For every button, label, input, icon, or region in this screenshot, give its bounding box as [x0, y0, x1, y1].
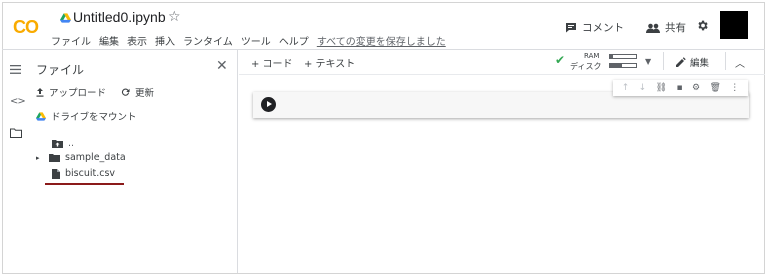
comment-icon[interactable]: ▪: [676, 83, 682, 93]
hamburger-menu-icon[interactable]: [10, 65, 21, 74]
run-cell-button[interactable]: [261, 97, 276, 112]
toolbar-separator: [725, 52, 726, 70]
disk-label: ディスク: [570, 62, 602, 71]
menu-tools[interactable]: ツール: [241, 33, 271, 48]
menu-runtime[interactable]: ランタイム: [183, 33, 233, 48]
parent-directory-label: ..: [68, 138, 75, 149]
cell-toolbar: ↑ ↓ ⛓ ▪ ⚙ 🗑 ⋮: [613, 80, 748, 96]
share-label: 共有: [665, 22, 686, 34]
google-drive-icon: [60, 13, 71, 23]
disk-meter-fill: [610, 64, 622, 67]
delete-icon[interactable]: 🗑: [709, 83, 720, 93]
files-panel-title: ファイル: [36, 63, 85, 77]
menu-bar: ファイル 編集 表示 挿入 ランタイム ツール ヘルプ すべての変更を保存しまし…: [51, 33, 446, 48]
edit-label: 編集: [690, 58, 710, 69]
ram-label: RAM: [584, 52, 600, 60]
parent-directory-item[interactable]: ..: [52, 138, 74, 149]
google-drive-icon: [36, 111, 46, 121]
expand-arrow-icon[interactable]: ▸: [36, 154, 44, 162]
chevron-down-icon[interactable]: ▼: [645, 57, 651, 66]
comment-label: コメント: [582, 22, 624, 34]
people-icon: [646, 23, 660, 33]
refresh-label: 更新: [135, 88, 155, 99]
upload-label: アップロード: [49, 88, 107, 99]
notebook-title[interactable]: Untitled0.ipynb: [73, 9, 166, 25]
disk-meter[interactable]: [609, 63, 637, 68]
add-code-button[interactable]: + コード: [251, 55, 293, 70]
mount-drive-button[interactable]: ドライブをマウント: [36, 109, 137, 123]
star-icon[interactable]: ☆: [168, 9, 181, 25]
share-button[interactable]: 共有: [646, 20, 686, 35]
file-label: biscuit.csv: [65, 168, 116, 179]
folder-up-icon: [52, 140, 63, 148]
move-up-icon[interactable]: ↑: [622, 83, 630, 93]
menu-view[interactable]: 表示: [127, 33, 147, 48]
tree-file-biscuit[interactable]: biscuit.csv: [52, 168, 115, 179]
mount-drive-label: ドライブをマウント: [51, 112, 137, 123]
save-status[interactable]: すべての変更を保存しました: [317, 33, 446, 48]
upload-button[interactable]: アップロード: [36, 85, 106, 99]
comment-icon: [566, 23, 576, 33]
ram-meter[interactable]: [609, 54, 637, 59]
folder-label: sample_data: [65, 152, 126, 163]
menu-edit[interactable]: 編集: [99, 33, 119, 48]
gear-icon[interactable]: [696, 19, 709, 32]
toolbar-separator: [663, 52, 664, 70]
ram-meter-fill: [610, 55, 613, 58]
folder-icon: [49, 154, 60, 162]
folder-icon[interactable]: [10, 128, 22, 138]
comment-button[interactable]: コメント: [565, 20, 624, 35]
toolbar-divider: [239, 74, 765, 75]
pencil-icon: [676, 57, 686, 67]
check-icon: ✔: [555, 53, 566, 67]
move-down-icon[interactable]: ↓: [639, 83, 647, 93]
edit-button[interactable]: 編集: [676, 55, 709, 69]
avatar[interactable]: [720, 11, 748, 39]
upload-icon: [36, 87, 44, 97]
more-options-icon[interactable]: ⋮: [730, 83, 739, 93]
colab-logo[interactable]: CO: [13, 17, 39, 38]
annotation-underline: [45, 183, 124, 185]
link-icon[interactable]: ⛓: [656, 83, 667, 93]
code-snippets-icon[interactable]: <>: [10, 96, 26, 107]
add-text-button[interactable]: + テキスト: [304, 55, 355, 70]
refresh-icon: [121, 88, 130, 96]
file-icon: [52, 168, 60, 179]
menu-file[interactable]: ファイル: [51, 33, 91, 48]
menu-insert[interactable]: 挿入: [155, 33, 175, 48]
refresh-button[interactable]: 更新: [121, 85, 154, 99]
chevron-up-icon[interactable]: ︿: [735, 55, 745, 70]
gear-icon[interactable]: ⚙: [692, 83, 700, 93]
tree-folder-sample-data[interactable]: ▸ sample_data: [36, 152, 126, 163]
close-icon[interactable]: ✕: [216, 58, 228, 74]
menu-help[interactable]: ヘルプ: [279, 33, 309, 48]
